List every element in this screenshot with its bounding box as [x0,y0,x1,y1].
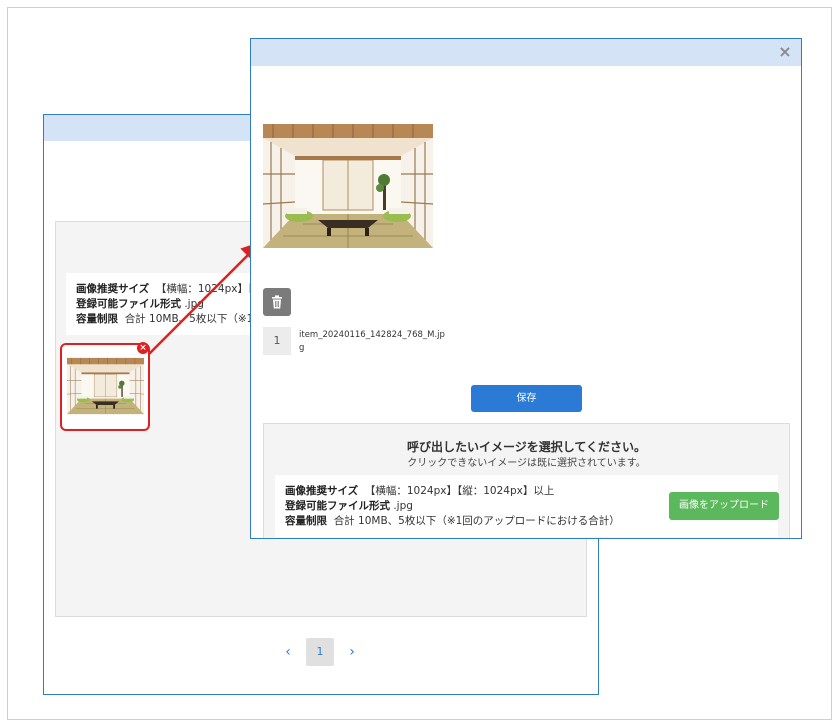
format-label: 登録可能ファイル形式 [285,500,390,512]
close-icon[interactable]: × [775,42,795,62]
selected-image-preview [263,124,433,248]
trash-icon [272,295,282,309]
pagination: ‹ 1 › [280,638,360,666]
image-order-number[interactable]: 1 [263,327,291,355]
size-label: 画像推奨サイズ [76,283,150,295]
format-value: .jpg [184,298,204,310]
format-value: .jpg [393,500,413,512]
selected-image-thumbnail[interactable] [60,343,150,431]
size-value: 【横幅：1024px】【縦：1024px】以上 [364,485,555,497]
limit-value: 合計 10MB、5枚以下（※1回のアップロードにおける合計） [333,515,620,527]
dialog-titlebar: × [251,39,801,66]
panel-subheading: クリックできないイメージは既に選択されています。 [407,458,646,469]
room-image [67,357,144,415]
page-current[interactable]: 1 [306,638,334,666]
chevron-right-icon[interactable]: › [344,644,360,660]
remove-icon[interactable]: × [137,342,149,354]
image-filename: item_20240116_142824_768_M.jpg [299,330,445,353]
upload-image-button[interactable]: 画像をアップロード [669,492,779,520]
format-label: 登録可能ファイル形式 [76,298,181,310]
size-value: 【横幅：1024px】【縦 [155,283,264,295]
limit-value: 合計 10MB、5枚以下（※1回 [124,313,264,325]
limit-label: 容量制限 [76,313,118,325]
image-library-panel: 呼び出したいイメージを選択してください。 クリックできないイメージは既に選択され… [263,423,790,538]
panel-heading: 呼び出したいイメージを選択してください。 [406,440,647,454]
size-label: 画像推奨サイズ [285,485,359,497]
save-button[interactable]: 保存 [471,385,582,412]
limit-label: 容量制限 [285,515,327,527]
upload-requirements: 画像推奨サイズ 【横幅：1024px】【縦：1024px】以上 登録可能ファイル… [275,475,779,537]
chevron-left-icon[interactable]: ‹ [280,644,296,660]
image-detail-dialog: × 1 item_20240116_142824_768_M.jpg 保存 呼び… [250,38,802,539]
delete-image-button[interactable] [263,288,291,316]
